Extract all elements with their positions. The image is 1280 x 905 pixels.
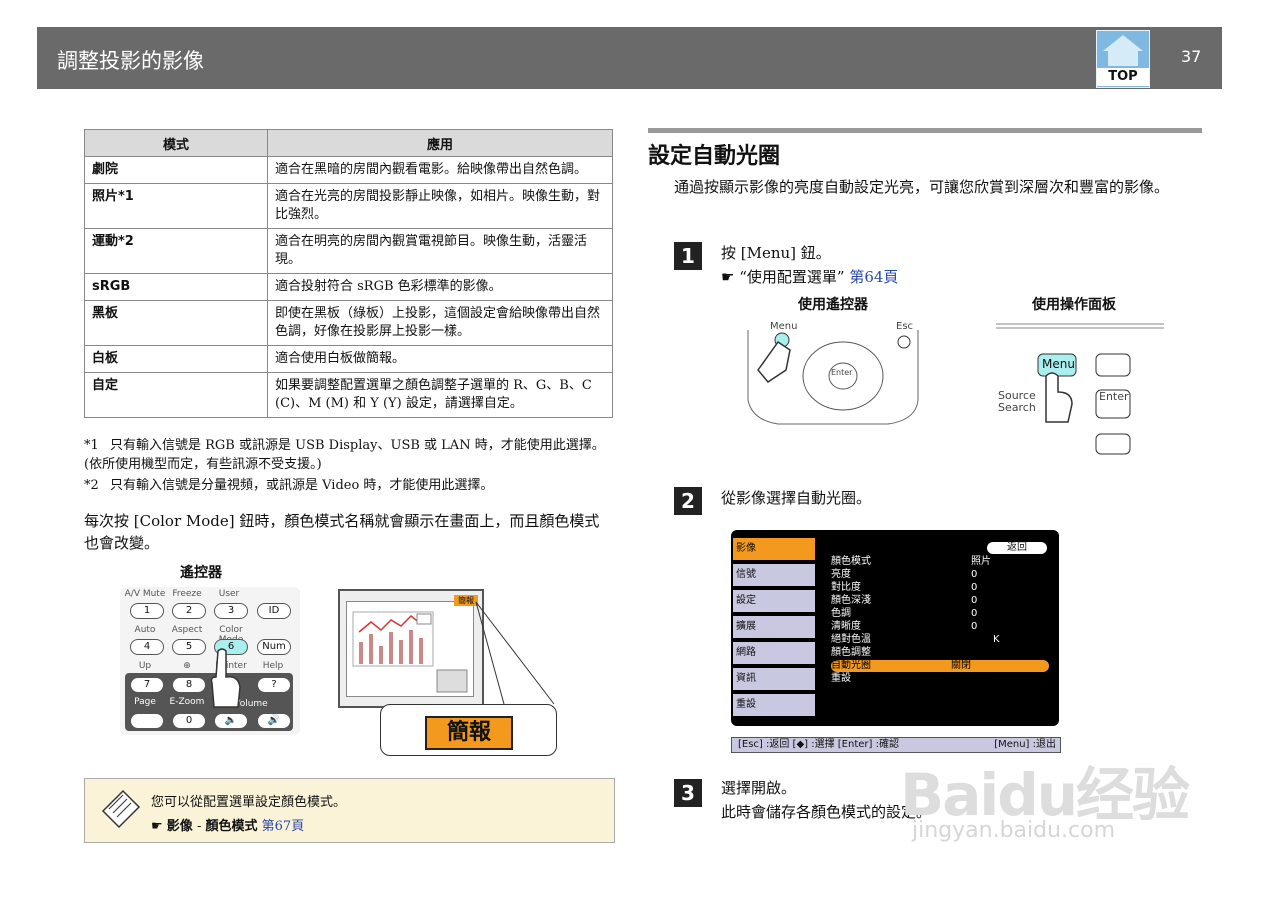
mode-cell: 劇院: [84, 156, 268, 184]
footnote-1: *1 只有輸入信號是 RGB 或訊源是 USB Display、USB 或 LAN…: [84, 438, 605, 472]
mode-cell: 運動*2: [84, 228, 268, 274]
key-3[interactable]: 3: [214, 603, 248, 619]
key-0[interactable]: 0: [172, 713, 206, 729]
panel-menu-label: Menu: [1042, 357, 1075, 371]
menu-back-button[interactable]: 返回: [987, 542, 1047, 554]
tip-reference: ☛ 影像 - 顏色模式 第67頁: [151, 819, 305, 834]
key-4[interactable]: 4: [130, 639, 164, 655]
callout-mode-tag: 簡報: [425, 716, 513, 750]
menu-tab-network[interactable]: 網路: [733, 642, 815, 664]
key-id[interactable]: ID: [257, 603, 291, 619]
menu-row[interactable]: 亮度 0: [831, 569, 1049, 581]
page-header: 調整投影的影像 TOP 37: [37, 27, 1222, 89]
callout-pointer: [475, 601, 555, 705]
key-7[interactable]: 7: [130, 677, 164, 693]
section-description: 通過按顯示影像的亮度自動設定光亮，可讓您欣賞到深層次和豐富的影像。: [674, 178, 1170, 196]
esc-key-label: Esc: [896, 321, 914, 332]
menu-key-label: Menu: [770, 321, 798, 332]
mode-cell: 白板: [84, 345, 268, 373]
key-num[interactable]: Num: [257, 639, 291, 655]
panel-subtitle: 使用操作面板: [1032, 297, 1116, 313]
baidu-watermark-url: jingyan.baidu.com: [912, 818, 1116, 843]
mode-cell: 自定: [84, 372, 268, 418]
projector-menu: 影像 信號 設定 擴展 網路 資訊 重設 返回 顏色模式 照片 亮度 0 對比度 0 …: [731, 530, 1059, 726]
remote-subtitle: 使用遙控器: [798, 297, 868, 313]
table-row: 劇院 適合在黑暗的房間內觀看電影。給映像帶出自然色調。: [84, 156, 613, 184]
section-title: 設定自動光圈: [648, 144, 781, 169]
table-row: 照片*1 適合在光亮的房間投影靜止映像，如相片。映像生動，對比強烈。: [84, 183, 613, 229]
menu-row[interactable]: 色調 0: [831, 608, 1049, 620]
color-mode-table: 模式 應用 劇院 適合在黑暗的房間內觀看電影。給映像帶出自然色調。 照片*1 適合在…: [84, 129, 613, 418]
tip-text: 您可以從配置選單設定顏色模式。: [151, 795, 347, 810]
remote-illustration: A/V Mute Freeze User 1 2 3 ID Auto Aspec…: [120, 587, 300, 735]
step-1-reference: ☛ “使用配置選單” 第64頁: [721, 268, 899, 286]
usage-cell: 適合投射符合 sRGB 色彩標準的影像。: [267, 273, 613, 301]
step-3-number: 3: [674, 779, 702, 807]
menu-row[interactable]: 顏色深淺 0: [831, 595, 1049, 607]
callout-bubble: 簡報: [380, 704, 557, 756]
menu-tab-reset[interactable]: 重設: [733, 694, 815, 716]
menu-tab-signal[interactable]: 信號: [733, 564, 815, 586]
key-8[interactable]: 8: [172, 677, 206, 693]
menu-tab-settings[interactable]: 設定: [733, 590, 815, 612]
menu-tab-info[interactable]: 資訊: [733, 668, 815, 690]
step-3-text: 選擇開啟。: [721, 779, 797, 797]
menu-tab-image[interactable]: 影像: [733, 538, 815, 560]
panel-source-search-label: Source Search: [998, 389, 1036, 414]
page-link[interactable]: 第64頁: [849, 268, 898, 286]
key-2[interactable]: 2: [172, 603, 206, 619]
table-row: 黑板 即使在黑板（綠板）上投影，這個設定會給映像帶出自然色調，好像在投影屏上投影一…: [84, 300, 613, 346]
col-header-usage: 應用: [267, 129, 613, 157]
page-number: 37: [1181, 47, 1202, 66]
step-2-text: 從影像選擇自動光圈。: [721, 489, 872, 507]
step-2-number: 2: [674, 487, 702, 515]
top-label: TOP: [1097, 68, 1149, 86]
screen-chart-icon: [352, 611, 468, 693]
mode-cell: sRGB: [84, 273, 268, 301]
mode-cell: 照片*1: [84, 183, 268, 229]
key-help[interactable]: ?: [257, 677, 291, 693]
menu-row[interactable]: 重設: [831, 673, 1049, 685]
panel-enter-label: Enter: [1099, 390, 1129, 403]
table-row: 自定 如果要調整配置選單之顏色調整子選單的 R、G、B、C (C)、M (M) 和…: [84, 372, 613, 418]
page-link[interactable]: 第67頁: [262, 819, 305, 834]
table-row: 運動*2 適合在明亮的房間內觀賞電視節目。映像生動，活靈活現。: [84, 228, 613, 274]
footnote-2: *2 只有輸入信號是分量視頻，或訊源是 Video 時，才能使用此選擇。: [84, 478, 494, 493]
menu-row-auto-iris[interactable]: 自動光圈 關閉: [831, 660, 1049, 672]
page-title: 調整投影的影像: [57, 49, 204, 73]
key-1[interactable]: 1: [130, 603, 164, 619]
usage-cell: 適合在光亮的房間投影靜止映像，如相片。映像生動，對比強烈。: [267, 183, 613, 229]
usage-cell: 適合使用白板做簡報。: [267, 345, 613, 373]
key-5[interactable]: 5: [172, 639, 206, 655]
menu-row[interactable]: 絕對色溫 K: [831, 634, 1049, 646]
remote-title: 遙控器: [180, 565, 222, 581]
key-page[interactable]: [130, 713, 164, 729]
menu-row[interactable]: 對比度 0: [831, 582, 1049, 594]
table-row: sRGB 適合投射符合 sRGB 色彩標準的影像。: [84, 273, 613, 301]
mode-cell: 黑板: [84, 300, 268, 346]
memo-icon: [101, 789, 141, 829]
color-mode-note: 每次按 [Color Mode] 鈕時，顏色模式名稱就會顯示在畫面上，而且顏色模…: [84, 512, 600, 552]
volume-down-key[interactable]: 🔈: [214, 713, 248, 729]
usage-cell: 適合在明亮的房間內觀賞電視節目。映像生動，活靈活現。: [267, 228, 613, 274]
top-home-icon[interactable]: TOP: [1096, 30, 1150, 88]
volume-up-key[interactable]: 🔊: [257, 713, 291, 729]
menu-tab-extended[interactable]: 擴展: [733, 616, 815, 638]
usage-cell: 即使在黑板（綠板）上投影，這個設定會給映像帶出自然色調，好像在投影屏上投影一樣。: [267, 300, 613, 346]
step-1-number: 1: [674, 242, 702, 270]
tip-box: 您可以從配置選單設定顏色模式。 ☛ 影像 - 顏色模式 第67頁: [84, 778, 615, 843]
usage-cell: 適合在黑暗的房間內觀看電影。給映像帶出自然色調。: [267, 156, 613, 184]
menu-row[interactable]: 顏色調整: [831, 647, 1049, 659]
table-row: 白板 適合使用白板做簡報。: [84, 345, 613, 373]
menu-row[interactable]: 顏色模式 照片: [831, 556, 1049, 568]
step-1-text: 按 [Menu] 鈕。: [721, 244, 831, 262]
projected-screen-illustration: 簡報: [338, 589, 484, 708]
section-rule: [648, 128, 1202, 133]
menu-row[interactable]: 清晰度 0: [831, 621, 1049, 633]
pointing-hand-icon: [210, 648, 241, 708]
usage-cell: 如果要調整配置選單之顏色調整子選單的 R、G、B、C (C)、M (M) 和 Y…: [267, 372, 613, 418]
col-header-mode: 模式: [84, 129, 268, 157]
enter-key-label: Enter: [831, 368, 853, 377]
